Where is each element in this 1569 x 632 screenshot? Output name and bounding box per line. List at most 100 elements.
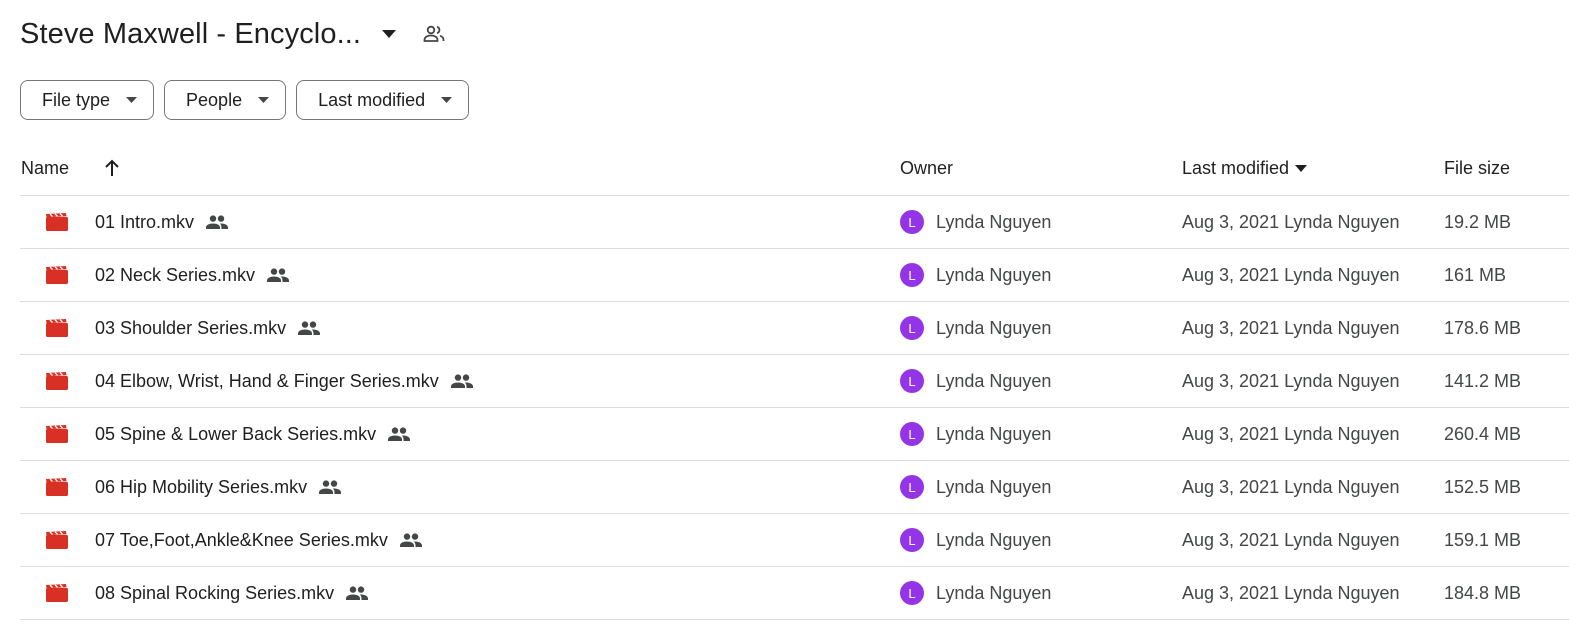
avatar: L	[900, 475, 924, 499]
video-file-icon	[46, 249, 68, 301]
arrow-drop-down-icon[interactable]	[377, 22, 401, 46]
filter-file-type[interactable]: File type	[20, 80, 155, 120]
table-row[interactable]: 06 Hip Mobility Series.mkv L Lynda Nguye…	[20, 461, 1569, 514]
avatar: L	[900, 316, 924, 340]
file-size-cell: 161 MB	[1444, 264, 1507, 285]
shared-people-icon	[388, 427, 411, 441]
owner-cell: L Lynda Nguyen	[900, 302, 1051, 354]
file-name: 01 Intro.mkv	[95, 196, 229, 248]
video-file-icon	[46, 302, 68, 354]
avatar: L	[900, 210, 924, 234]
filter-people[interactable]: People	[164, 80, 287, 120]
owner-cell: L Lynda Nguyen	[900, 567, 1051, 619]
table-row[interactable]: 05 Spine & Lower Back Series.mkv L Lynda…	[20, 408, 1569, 461]
filter-last-modified[interactable]: Last modified	[296, 80, 470, 120]
shared-people-icon	[346, 586, 369, 600]
file-name-text: 04 Elbow, Wrist, Hand & Finger Series.mk…	[95, 370, 439, 391]
arrow-drop-down-icon	[126, 97, 138, 103]
video-file-icon	[46, 355, 68, 407]
avatar: L	[900, 422, 924, 446]
file-name-text: 05 Spine & Lower Back Series.mkv	[95, 423, 377, 444]
column-header-name[interactable]: Name	[21, 142, 69, 195]
last-modified-cell: Aug 3, 2021 Lynda Nguyen	[1182, 423, 1400, 444]
file-list-table: Name Owner Last modified File size 01 In…	[20, 142, 1569, 620]
avatar: L	[900, 369, 924, 393]
file-name-text: 01 Intro.mkv	[95, 211, 195, 232]
chip-label: Last modified	[318, 89, 426, 110]
file-size-cell: 152.5 MB	[1444, 476, 1522, 497]
owner-name: Lynda Nguyen	[936, 370, 1052, 391]
file-name: 07 Toe,Foot,Ankle&Knee Series.mkv	[95, 514, 422, 566]
table-row[interactable]: 07 Toe,Foot,Ankle&Knee Series.mkv L Lynd…	[20, 514, 1569, 567]
owner-name: Lynda Nguyen	[936, 317, 1052, 338]
chip-label: People	[186, 89, 243, 110]
table-header: Name Owner Last modified File size	[20, 142, 1569, 196]
video-file-icon	[46, 514, 68, 566]
owner-cell: L Lynda Nguyen	[900, 196, 1051, 248]
last-modified-cell: Aug 3, 2021 Lynda Nguyen	[1182, 582, 1400, 603]
shared-people-icon	[206, 215, 229, 229]
last-modified-cell: Aug 3, 2021 Lynda Nguyen	[1182, 370, 1400, 391]
file-size-cell: 178.6 MB	[1444, 317, 1522, 338]
file-size-cell: 159.1 MB	[1444, 529, 1522, 550]
file-name: 05 Spine & Lower Back Series.mkv	[95, 408, 411, 460]
file-name: 02 Neck Series.mkv	[95, 249, 290, 301]
file-name-text: 03 Shoulder Series.mkv	[95, 317, 287, 338]
file-name-text: 07 Toe,Foot,Ankle&Knee Series.mkv	[95, 529, 388, 550]
file-name: 04 Elbow, Wrist, Hand & Finger Series.mk…	[95, 355, 473, 407]
file-name-text: 02 Neck Series.mkv	[95, 264, 256, 285]
avatar: L	[900, 528, 924, 552]
folder-title[interactable]: Steve Maxwell - Encyclo...	[20, 18, 361, 51]
owner-name: Lynda Nguyen	[936, 476, 1052, 497]
owner-name: Lynda Nguyen	[936, 211, 1052, 232]
shared-people-icon	[399, 533, 422, 547]
last-modified-cell: Aug 3, 2021 Lynda Nguyen	[1182, 476, 1400, 497]
shared-people-icon	[319, 480, 342, 494]
owner-name: Lynda Nguyen	[936, 264, 1052, 285]
file-size-cell: 141.2 MB	[1444, 370, 1522, 391]
chip-label: File type	[42, 89, 111, 110]
table-row[interactable]: 02 Neck Series.mkv L Lynda Nguyen Aug 3,…	[20, 249, 1569, 302]
table-row[interactable]: 04 Elbow, Wrist, Hand & Finger Series.mk…	[20, 355, 1569, 408]
owner-cell: L Lynda Nguyen	[900, 249, 1051, 301]
arrow-upward-icon[interactable]	[100, 156, 124, 180]
avatar: L	[900, 263, 924, 287]
last-modified-cell: Aug 3, 2021 Lynda Nguyen	[1182, 317, 1400, 338]
file-name-text: 08 Spinal Rocking Series.mkv	[95, 582, 335, 603]
table-row[interactable]: 08 Spinal Rocking Series.mkv L Lynda Ngu…	[20, 567, 1569, 620]
shared-people-icon	[267, 268, 290, 282]
owner-cell: L Lynda Nguyen	[900, 461, 1051, 513]
column-header-label: Last modified	[1182, 158, 1290, 178]
video-file-icon	[46, 408, 68, 460]
shared-people-icon	[450, 374, 473, 388]
last-modified-cell: Aug 3, 2021 Lynda Nguyen	[1182, 264, 1400, 285]
table-body: 01 Intro.mkv L Lynda Nguyen Aug 3, 2021 …	[20, 196, 1569, 620]
owner-name: Lynda Nguyen	[936, 529, 1052, 550]
last-modified-cell: Aug 3, 2021 Lynda Nguyen	[1182, 211, 1400, 232]
table-row[interactable]: 03 Shoulder Series.mkv L Lynda Nguyen Au…	[20, 302, 1569, 355]
owner-name: Lynda Nguyen	[936, 423, 1052, 444]
owner-name: Lynda Nguyen	[936, 582, 1052, 603]
shared-people-icon	[298, 321, 321, 335]
folder-header: Steve Maxwell - Encyclo...	[20, 12, 447, 56]
file-size-cell: 260.4 MB	[1444, 423, 1522, 444]
owner-cell: L Lynda Nguyen	[900, 408, 1051, 460]
table-row[interactable]: 01 Intro.mkv L Lynda Nguyen Aug 3, 2021 …	[20, 196, 1569, 249]
file-name-text: 06 Hip Mobility Series.mkv	[95, 476, 308, 497]
drive-folder-view: Steve Maxwell - Encyclo... File type Peo…	[0, 0, 1569, 632]
file-size-cell: 19.2 MB	[1444, 211, 1512, 232]
video-file-icon	[46, 196, 68, 248]
column-header-last-modified[interactable]: Last modified	[1182, 142, 1308, 195]
file-name: 03 Shoulder Series.mkv	[95, 302, 321, 354]
last-modified-cell: Aug 3, 2021 Lynda Nguyen	[1182, 529, 1400, 550]
video-file-icon	[46, 461, 68, 513]
file-name: 06 Hip Mobility Series.mkv	[95, 461, 342, 513]
file-name: 08 Spinal Rocking Series.mkv	[95, 567, 369, 619]
file-size-cell: 184.8 MB	[1444, 582, 1522, 603]
avatar: L	[900, 581, 924, 605]
video-file-icon	[46, 567, 68, 619]
column-header-file-size[interactable]: File size	[1444, 142, 1510, 195]
arrow-drop-down-icon	[441, 97, 453, 103]
column-header-owner[interactable]: Owner	[900, 142, 953, 195]
shared-folder-people-icon[interactable]	[421, 21, 447, 47]
